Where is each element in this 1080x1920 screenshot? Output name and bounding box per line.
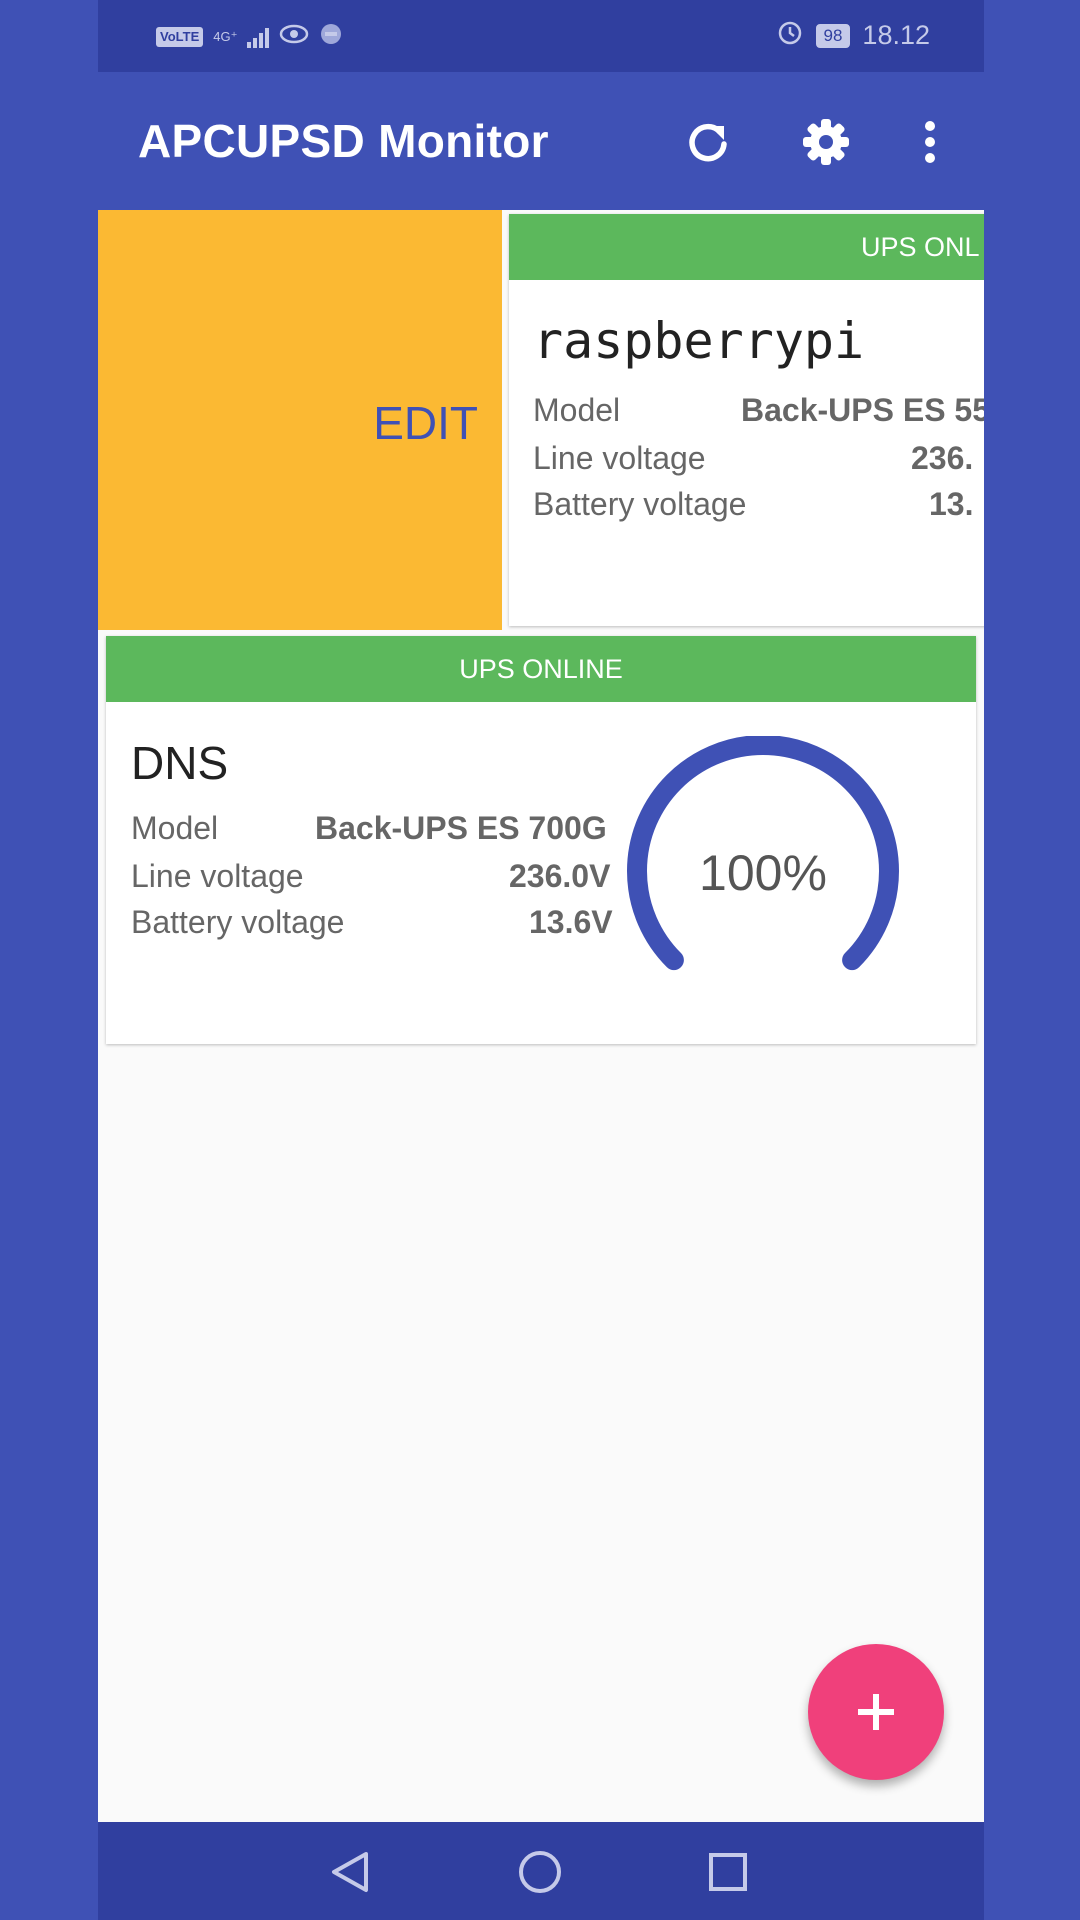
battery-voltage-row: Battery voltage 13. xyxy=(533,486,973,523)
phone-screen: VoLTE 4G⁺ 98 18.12 APCUPSD Monitor EDIT … xyxy=(98,0,984,1920)
nav-back-button[interactable] xyxy=(320,1846,380,1898)
model-value: Back-UPS ES 700G xyxy=(315,810,607,846)
home-icon xyxy=(519,1851,561,1893)
model-row: Model Back-UPS ES 700G xyxy=(131,810,607,847)
model-label: Model xyxy=(131,810,219,846)
status-bar: VoLTE 4G⁺ 98 18.12 xyxy=(98,0,984,72)
overflow-menu-button[interactable] xyxy=(902,114,958,170)
more-vert-icon xyxy=(925,121,935,163)
network-type: 4G⁺ xyxy=(213,28,238,44)
line-voltage-label: Line voltage xyxy=(131,858,304,894)
navigation-bar xyxy=(98,1822,984,1920)
recents-icon xyxy=(709,1853,747,1891)
device-name: raspberrypi xyxy=(533,312,865,370)
alarm-icon xyxy=(776,18,804,53)
model-label: Model xyxy=(533,392,621,428)
edit-action-label[interactable]: EDIT xyxy=(373,396,478,450)
back-icon xyxy=(332,1852,368,1892)
swipe-edit-background[interactable]: EDIT xyxy=(98,210,502,630)
line-voltage-value: 236.0V xyxy=(509,858,611,894)
app-notification-icon xyxy=(319,22,343,51)
line-voltage-row: Line voltage 236. xyxy=(533,440,973,477)
model-value: Back-UPS ES 55 xyxy=(741,392,984,428)
app-bar: APCUPSD Monitor xyxy=(98,72,984,210)
line-voltage-row: Line voltage 236.0V xyxy=(131,858,610,895)
battery-indicator: 98 xyxy=(815,23,851,48)
status-right: 98 18.12 xyxy=(776,18,930,53)
status-header: UPS ONL xyxy=(509,214,984,280)
line-voltage-label: Line voltage xyxy=(533,440,706,476)
settings-button[interactable] xyxy=(798,114,854,170)
volte-badge: VoLTE xyxy=(156,26,204,47)
add-icon xyxy=(858,1694,894,1730)
battery-voltage-row: Battery voltage 13.6V xyxy=(131,904,613,941)
settings-icon xyxy=(803,119,849,165)
line-voltage-value: 236. xyxy=(911,440,974,476)
signal-icon xyxy=(247,26,270,48)
app-title: APCUPSD Monitor xyxy=(138,115,549,167)
battery-voltage-value: 13. xyxy=(929,486,974,522)
nav-recents-button[interactable] xyxy=(698,1846,758,1898)
device-name: DNS xyxy=(131,737,229,789)
model-row: Model Back-UPS ES 55 xyxy=(533,392,984,429)
battery-charge-gauge: 100% xyxy=(618,735,908,996)
eye-icon xyxy=(279,23,309,50)
battery-voltage-label: Battery voltage xyxy=(131,904,345,940)
device-card-dns[interactable]: UPS ONLINE DNS Model Back-UPS ES 700G Li… xyxy=(106,636,976,1044)
clock: 18.12 xyxy=(862,20,930,50)
status-header: UPS ONLINE xyxy=(106,636,976,702)
refresh-icon xyxy=(689,123,727,162)
battery-voltage-value: 13.6V xyxy=(529,904,613,940)
battery-voltage-label: Battery voltage xyxy=(533,486,747,522)
status-left: VoLTE 4G⁺ xyxy=(156,22,343,51)
device-card-raspberrypi[interactable]: UPS ONL raspberrypi Model Back-UPS ES 55… xyxy=(509,214,984,626)
battery-charge-value: 100% xyxy=(699,845,827,901)
nav-home-button[interactable] xyxy=(510,1846,570,1898)
add-device-button[interactable] xyxy=(808,1644,944,1780)
refresh-button[interactable] xyxy=(680,114,736,170)
